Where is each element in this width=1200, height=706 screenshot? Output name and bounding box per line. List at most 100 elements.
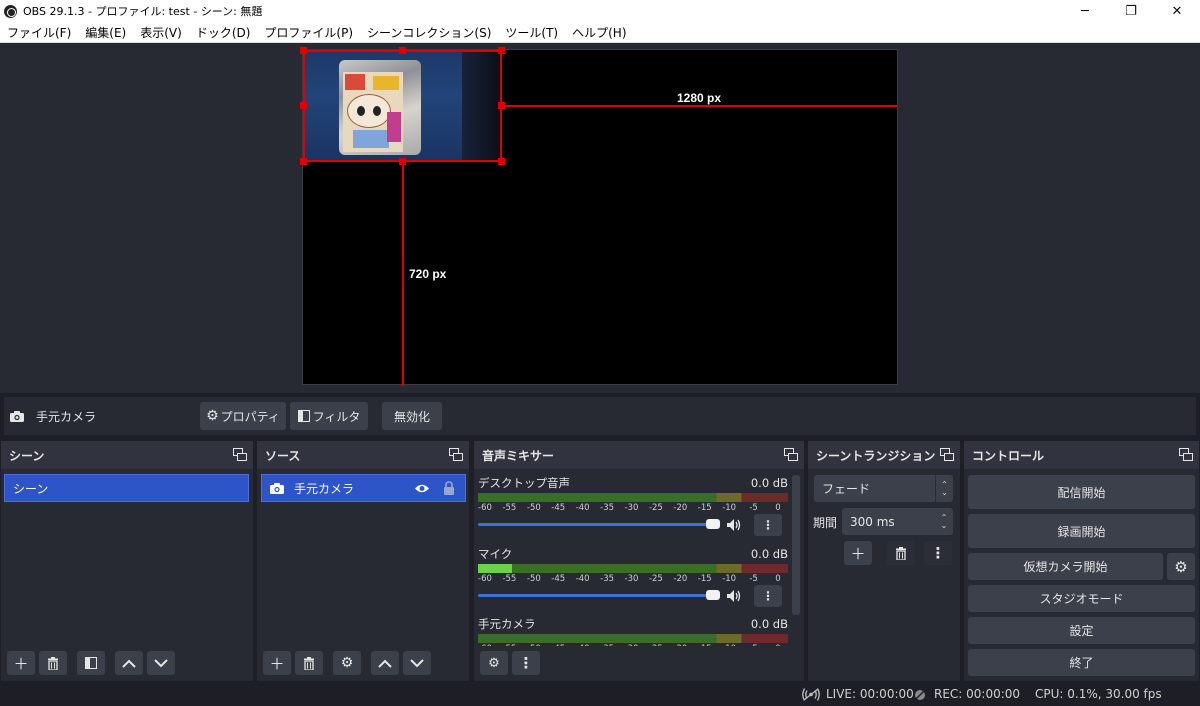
move-source-up-button[interactable] [371, 651, 399, 675]
resize-handle-top-left[interactable] [300, 47, 307, 54]
sources-title: ソース [265, 448, 301, 463]
meter-tick-label: -35 [600, 574, 615, 584]
mixer-scrollbar[interactable] [792, 475, 800, 615]
add-source-button[interactable]: ＋ [263, 651, 291, 675]
scene-filters-button[interactable] [77, 651, 105, 675]
meter-tick-label: -25 [649, 644, 663, 646]
channel-name: 手元カメラ [478, 617, 536, 631]
chevron-up-icon [378, 659, 392, 668]
live-broadcast-icon [802, 688, 820, 701]
start-streaming-button[interactable]: 配信開始 [968, 475, 1195, 509]
menu-docks[interactable]: ドック(D) [189, 24, 258, 41]
meter-tick-label: -50 [527, 644, 541, 646]
scenes-dock-header: シーン [1, 441, 253, 469]
add-transition-button[interactable]: ＋ [844, 541, 872, 565]
meter-tick-label: -40 [575, 574, 590, 584]
duration-value: 300 ms [850, 514, 895, 529]
remove-scene-button[interactable] [39, 651, 67, 675]
sources-footer: ＋ ⚙ [257, 649, 431, 677]
close-button[interactable]: ✕ [1154, 0, 1200, 22]
menu-profile[interactable]: プロファイル(P) [257, 24, 360, 41]
volume-slider-handle[interactable] [706, 519, 720, 529]
menu-file[interactable]: ファイル(F) [0, 24, 78, 41]
undock-icon[interactable] [233, 448, 247, 461]
rec-status: REC: 00:00:00 [934, 687, 1021, 701]
volume-slider[interactable] [478, 594, 714, 597]
channel-db: 0.0 dB [750, 476, 788, 490]
filter-icon [297, 410, 310, 422]
source-properties-button[interactable]: ⚙ [333, 651, 361, 675]
meter-tick-label: -50 [526, 574, 541, 584]
obs-logo-icon [4, 4, 17, 18]
deactivate-button[interactable]: 無効化 [382, 402, 442, 430]
volume-slider-handle[interactable] [706, 590, 720, 600]
menu-view[interactable]: 表示(V) [133, 24, 189, 41]
speaker-icon[interactable] [726, 517, 742, 533]
volume-slider[interactable] [478, 523, 714, 526]
move-source-down-button[interactable] [403, 651, 431, 675]
meter-tick-label: 0 [775, 644, 780, 646]
meter-tick-label: -20 [673, 503, 688, 513]
resize-handle-left[interactable] [300, 102, 307, 109]
resize-handle-bottom-right[interactable] [498, 158, 505, 165]
window-title: OBS 29.1.3 - プロファイル: test - シーン: 無題 [23, 5, 263, 18]
properties-button[interactable]: ⚙ プロパティ [200, 402, 286, 430]
menu-edit[interactable]: 編集(E) [78, 24, 133, 41]
meter-tick-label: 0 [775, 574, 781, 584]
meter-tick-label: -25 [648, 503, 663, 513]
meter-tick-label: -45 [551, 503, 566, 513]
meter-tick-label: -20 [673, 574, 688, 584]
duration-spinbox[interactable]: 300 ms ⌃ ⌄ [842, 508, 953, 535]
source-item[interactable]: 手元カメラ [261, 474, 466, 502]
virtual-camera-settings-button[interactable]: ⚙ [1167, 553, 1195, 580]
move-scene-up-button[interactable] [115, 651, 143, 675]
meter-tick-label: -30 [625, 644, 639, 646]
lock-icon[interactable] [443, 481, 455, 495]
remove-transition-button[interactable] [887, 541, 915, 565]
menu-tools[interactable]: ツール(T) [498, 24, 565, 41]
meter-tick-label: -55 [502, 503, 517, 513]
resize-handle-bottom-left[interactable] [300, 158, 307, 165]
restore-button[interactable]: ❐ [1108, 0, 1154, 22]
channel-menu-button[interactable]: ⋮ [754, 585, 782, 607]
source-item-label: 手元カメラ [294, 481, 355, 496]
remove-source-button[interactable] [295, 651, 323, 675]
start-recording-button[interactable]: 録画開始 [968, 514, 1195, 548]
source-selection-box[interactable] [303, 50, 502, 162]
status-bar: LIVE: 00:00:00 REC: 00:00:00 CPU: 0.1%, … [0, 683, 1200, 706]
meter-tick-label: -40 [576, 644, 590, 646]
filter-icon [85, 657, 97, 669]
horizontal-distance-guide [502, 105, 898, 107]
resize-handle-top[interactable] [399, 47, 406, 54]
minimize-button[interactable]: ─ [1062, 0, 1108, 22]
menu-scene-collection[interactable]: シーンコレクション(S) [360, 24, 498, 41]
exit-button[interactable]: 終了 [968, 649, 1195, 676]
transitions-title: シーントランジション [816, 448, 936, 463]
speaker-icon[interactable] [726, 588, 742, 604]
settings-button[interactable]: 設定 [968, 617, 1195, 644]
undock-icon[interactable] [449, 448, 463, 461]
filters-button[interactable]: フィルタ [290, 402, 368, 430]
meter-tick-label: -45 [551, 644, 565, 646]
plus-icon: ＋ [850, 544, 866, 563]
advanced-audio-button[interactable]: ⚙ [480, 651, 508, 675]
preview-canvas[interactable]: 1280 px 720 px [300, 47, 898, 386]
meter-tick-label: -60 [478, 644, 492, 646]
scene-item[interactable]: シーン [4, 474, 249, 502]
start-virtual-camera-button[interactable]: 仮想カメラ開始 [968, 553, 1163, 580]
transition-select[interactable]: フェード ⌃ ⌄ [814, 475, 953, 502]
add-scene-button[interactable]: ＋ [7, 651, 35, 675]
meter-tick-label: -15 [697, 574, 712, 584]
mixer-menu-button[interactable]: ⋮ [512, 651, 540, 675]
transition-properties-button[interactable]: ⋮ [924, 541, 952, 565]
studio-mode-button[interactable]: スタジオモード [968, 585, 1195, 612]
undock-icon[interactable] [784, 448, 798, 461]
move-scene-down-button[interactable] [147, 651, 175, 675]
resize-handle-top-right[interactable] [498, 47, 505, 54]
menu-help[interactable]: ヘルプ(H) [565, 24, 633, 41]
vertical-distance-guide [402, 162, 404, 386]
undock-icon[interactable] [1179, 448, 1193, 461]
eye-icon[interactable] [414, 483, 430, 494]
undock-icon[interactable] [940, 448, 954, 461]
channel-menu-button[interactable]: ⋮ [754, 514, 782, 536]
